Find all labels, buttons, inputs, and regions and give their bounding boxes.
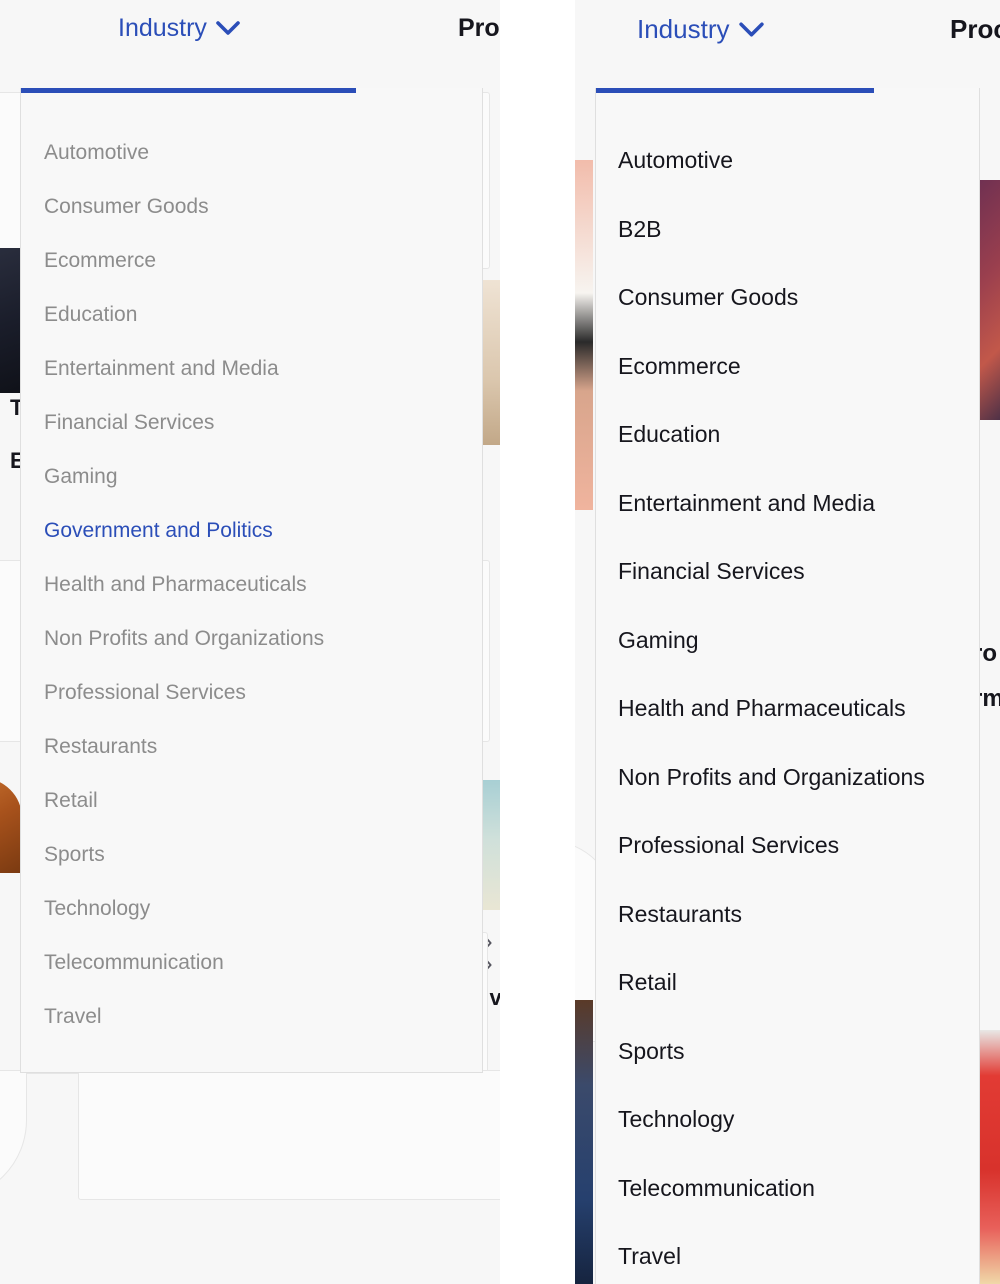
industry-dropdown-menu[interactable]: Automotive B2B Consumer Goods Ecommerce … (595, 88, 980, 1284)
industry-option[interactable]: Automotive (44, 126, 482, 180)
industry-option[interactable]: Retail (44, 774, 482, 828)
background-thumbnail-image: RL ore (575, 160, 593, 510)
industry-option[interactable]: Professional Services (618, 811, 979, 880)
industry-dropdown-menu[interactable]: Automotive Consumer Goods Ecommerce Educ… (20, 88, 483, 1073)
industry-filter-button[interactable]: Industry (118, 14, 240, 43)
industry-option[interactable]: Travel (618, 1222, 979, 1284)
chevron-down-icon (216, 21, 240, 36)
industry-option[interactable]: Telecommunication (618, 1154, 979, 1223)
industry-option[interactable]: Restaurants (618, 880, 979, 949)
product-filter-button[interactable]: Proc (950, 14, 1000, 45)
industry-option[interactable]: Health and Pharmaceuticals (44, 558, 482, 612)
industry-option[interactable]: Health and Pharmaceuticals (618, 674, 979, 743)
industry-option[interactable]: Ecommerce (44, 234, 482, 288)
industry-option[interactable]: Entertainment and Media (618, 469, 979, 538)
dropdown-active-underline (596, 88, 874, 93)
industry-option[interactable]: Restaurants (44, 720, 482, 774)
industry-option[interactable]: Technology (44, 882, 482, 936)
industry-option[interactable]: Financial Services (44, 396, 482, 450)
industry-option[interactable]: Gaming (44, 450, 482, 504)
right-variant-panel: RL ore ro rm Industry Proc (575, 0, 1000, 1284)
industry-option[interactable]: Technology (618, 1085, 979, 1154)
industry-option-list: Automotive B2B Consumer Goods Ecommerce … (596, 88, 979, 1284)
industry-option[interactable]: Travel (44, 990, 482, 1044)
left-filter-bar: Industry Prod (0, 0, 500, 82)
dropdown-active-underline (21, 88, 356, 93)
background-thumbnail-image (575, 1000, 593, 1284)
industry-option[interactable]: Consumer Goods (44, 180, 482, 234)
industry-option[interactable]: Education (44, 288, 482, 342)
product-filter-button[interactable]: Prod (458, 14, 500, 43)
background-thumbnail-image (0, 778, 22, 873)
industry-option[interactable]: Non Profits and Organizations (44, 612, 482, 666)
product-filter-label: Prod (458, 14, 500, 42)
comparison-stage: T E › › tiv Industry Pro Automotive Cons… (0, 0, 1000, 1284)
industry-option-list: Automotive Consumer Goods Ecommerce Educ… (21, 88, 482, 1044)
left-variant-panel: T E › › tiv Industry Pro Automotive Cons… (0, 0, 500, 1284)
industry-option[interactable]: Education (618, 400, 979, 469)
industry-option[interactable]: Gaming (618, 606, 979, 675)
industry-option[interactable]: Professional Services (44, 666, 482, 720)
industry-option[interactable]: Sports (44, 828, 482, 882)
industry-filter-label: Industry (118, 14, 207, 42)
industry-option[interactable]: Sports (618, 1017, 979, 1086)
product-filter-label: Proc (950, 14, 1000, 44)
industry-option[interactable]: B2B (618, 195, 979, 264)
industry-option[interactable]: Telecommunication (44, 936, 482, 990)
industry-filter-button[interactable]: Industry (637, 14, 764, 45)
panel-gutter (500, 0, 575, 1284)
chevron-down-icon (738, 22, 764, 38)
industry-option[interactable]: Retail (618, 948, 979, 1017)
right-filter-bar: Industry Proc (575, 0, 1000, 82)
industry-option[interactable]: Consumer Goods (618, 263, 979, 332)
industry-option[interactable]: Financial Services (618, 537, 979, 606)
industry-option[interactable]: Non Profits and Organizations (618, 743, 979, 812)
background-card (0, 1070, 27, 1200)
industry-option-selected[interactable]: Government and Politics (44, 504, 482, 558)
industry-option[interactable]: Entertainment and Media (44, 342, 482, 396)
industry-option[interactable]: Automotive (618, 126, 979, 195)
background-card (78, 1070, 500, 1200)
industry-filter-label: Industry (637, 14, 730, 44)
industry-option[interactable]: Ecommerce (618, 332, 979, 401)
